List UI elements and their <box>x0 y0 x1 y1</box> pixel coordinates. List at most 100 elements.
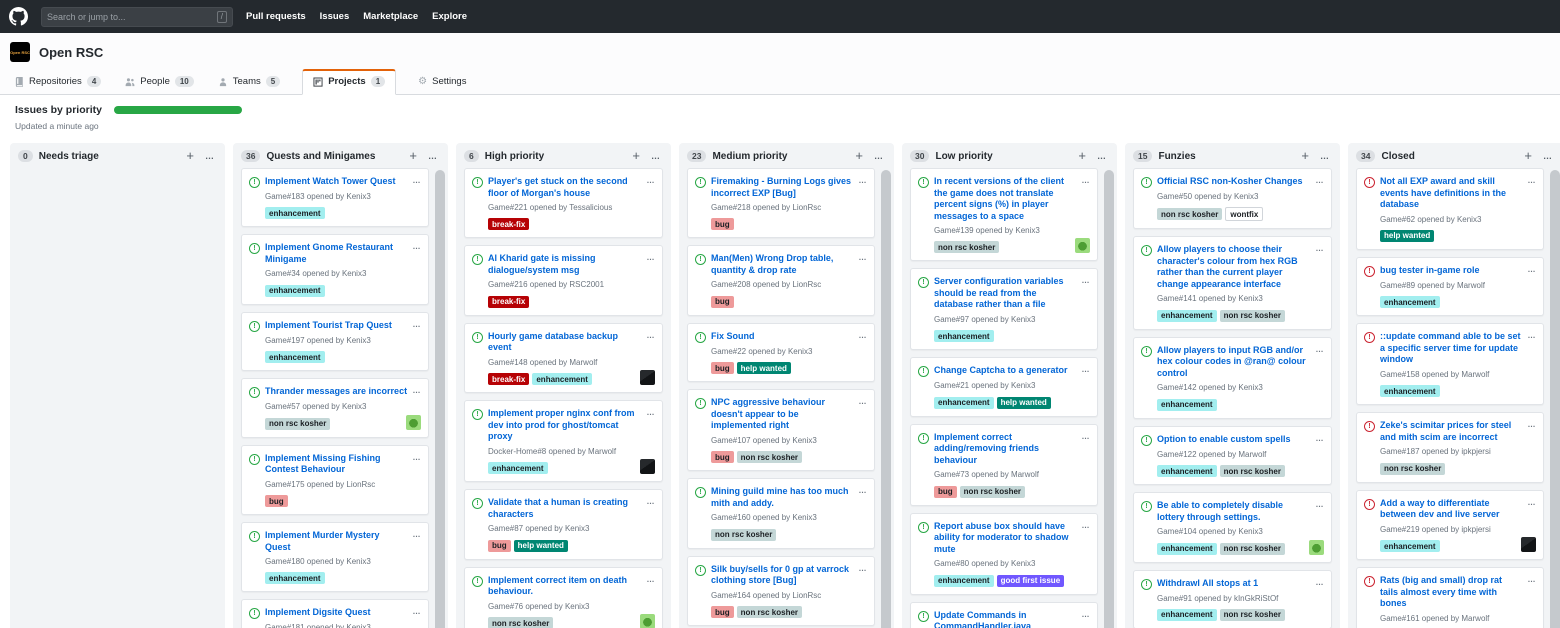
label-non-rsc-kosher[interactable]: non rsc kosher <box>1220 310 1285 322</box>
add-card-button[interactable]: + <box>852 151 866 161</box>
label-wontfix[interactable]: wontfix <box>1225 207 1263 221</box>
issue-title[interactable]: Implement Tourist Trap Quest <box>265 320 408 332</box>
issue-card[interactable]: !NPC aggressive behaviour doesn't appear… <box>687 389 875 471</box>
label-enhancement[interactable]: enhancement <box>1157 465 1217 477</box>
label-bug[interactable]: bug <box>711 606 734 618</box>
card-menu-button[interactable]: … <box>1316 434 1325 443</box>
issue-card[interactable]: !Rats (big and small) drop rat tails alm… <box>1356 567 1544 628</box>
label-enhancement[interactable]: enhancement <box>1157 609 1217 621</box>
issue-card[interactable]: !Not all EXP award and skill events have… <box>1356 168 1544 250</box>
label-break-fix[interactable]: break-fix <box>488 218 529 230</box>
issue-card[interactable]: !Allow players to input RGB and/or hex c… <box>1133 337 1332 419</box>
issue-title[interactable]: Be able to completely disable lottery th… <box>1157 500 1311 523</box>
issue-card[interactable]: !Withdrawl All stops at 1…Game#91 opened… <box>1133 570 1332 628</box>
tab-people[interactable]: People 10 <box>123 70 196 94</box>
card-menu-button[interactable]: … <box>1082 276 1091 285</box>
label-help-wanted[interactable]: help wanted <box>737 362 791 374</box>
issue-title[interactable]: Allow players to input RGB and/or hex co… <box>1157 345 1311 380</box>
issue-title[interactable]: Allow players to choose their character'… <box>1157 244 1311 290</box>
card-menu-button[interactable]: … <box>413 176 422 185</box>
label-enhancement[interactable]: enhancement <box>934 397 994 409</box>
add-card-button[interactable]: + <box>183 151 197 161</box>
issue-card[interactable]: !Server configuration variables should b… <box>910 268 1098 350</box>
card-menu-button[interactable]: … <box>1528 176 1537 185</box>
issue-title[interactable]: Zeke's scimitar prices for steel and mit… <box>1380 420 1523 443</box>
issue-title[interactable]: bug tester in-game role <box>1380 265 1523 277</box>
issue-card[interactable]: !Thrander messages are incorrect…Game#57… <box>241 378 429 437</box>
issue-title[interactable]: Implement proper nginx conf from dev int… <box>488 408 642 443</box>
issue-title[interactable]: Change Captcha to a generator <box>934 365 1077 377</box>
nav-explore[interactable]: Explore <box>432 11 467 22</box>
card-menu-button[interactable]: … <box>647 176 656 185</box>
label-good-first-issue[interactable]: good first issue <box>997 575 1065 587</box>
issue-card[interactable]: !Implement proper nginx conf from dev in… <box>464 400 663 482</box>
card-menu-button[interactable]: … <box>859 176 868 185</box>
card-menu-button[interactable]: … <box>1316 244 1325 253</box>
label-non-rsc-kosher[interactable]: non rsc kosher <box>960 486 1025 498</box>
issue-title[interactable]: Server configuration variables should be… <box>934 276 1077 311</box>
issue-title[interactable]: ::update command able to be set a specif… <box>1380 331 1523 366</box>
card-menu-button[interactable]: … <box>859 331 868 340</box>
label-non-rsc-kosher[interactable]: non rsc kosher <box>711 529 776 541</box>
card-menu-button[interactable]: … <box>647 575 656 584</box>
issue-card[interactable]: !Be able to completely disable lottery t… <box>1133 492 1332 562</box>
tab-projects[interactable]: Projects 1 <box>302 69 396 95</box>
search-input[interactable] <box>47 12 213 22</box>
issue-card[interactable]: !::update command able to be set a speci… <box>1356 323 1544 405</box>
card-menu-button[interactable]: … <box>859 397 868 406</box>
issue-card[interactable]: !Firemaking - Burning Logs gives incorre… <box>687 168 875 238</box>
issue-card[interactable]: !Mining guild mine has too much mith and… <box>687 478 875 548</box>
label-non-rsc-kosher[interactable]: non rsc kosher <box>488 617 553 628</box>
issue-card[interactable]: !Allow players to choose their character… <box>1133 236 1332 329</box>
issue-title[interactable]: NPC aggressive behaviour doesn't appear … <box>711 397 854 432</box>
label-bug[interactable]: bug <box>711 296 734 308</box>
card-menu-button[interactable]: … <box>413 453 422 462</box>
label-enhancement[interactable]: enhancement <box>532 373 592 385</box>
card-menu-button[interactable]: … <box>1528 331 1537 340</box>
issue-title[interactable]: Player's get stuck on the second floor o… <box>488 176 642 199</box>
card-menu-button[interactable]: … <box>1316 578 1325 587</box>
assignee-avatar[interactable] <box>640 614 655 628</box>
label-bug[interactable]: bug <box>488 540 511 552</box>
issue-title[interactable]: Update Commands in CommandHandler.java <box>934 610 1077 628</box>
card-menu-button[interactable]: … <box>413 386 422 395</box>
add-card-button[interactable]: + <box>1521 151 1535 161</box>
assignee-avatar[interactable] <box>406 415 421 430</box>
add-card-button[interactable]: + <box>1298 151 1312 161</box>
issue-title[interactable]: Thrander messages are incorrect <box>265 386 408 398</box>
card-menu-button[interactable]: … <box>1528 420 1537 429</box>
issue-title[interactable]: Implement correct item on death behaviou… <box>488 575 642 598</box>
label-non-rsc-kosher[interactable]: non rsc kosher <box>1380 463 1445 475</box>
issue-title[interactable]: Add a way to differentiate between dev a… <box>1380 498 1523 521</box>
card-menu-button[interactable]: … <box>1528 265 1537 274</box>
assignee-avatar[interactable] <box>640 370 655 385</box>
label-bug[interactable]: bug <box>934 486 957 498</box>
label-non-rsc-kosher[interactable]: non rsc kosher <box>934 241 999 253</box>
card-menu-button[interactable]: … <box>647 253 656 262</box>
card-menu-button[interactable]: … <box>1316 176 1325 185</box>
nav-issues[interactable]: Issues <box>320 11 350 22</box>
issue-card[interactable]: !Validate that a human is creating chara… <box>464 489 663 559</box>
add-card-button[interactable]: + <box>629 151 643 161</box>
label-enhancement[interactable]: enhancement <box>265 207 325 219</box>
issue-card[interactable]: !Report abuse box should have ability fo… <box>910 513 1098 595</box>
issue-card[interactable]: !Fix Sound…Game#22 opened by Kenix3bughe… <box>687 323 875 382</box>
global-search[interactable]: / <box>41 7 233 27</box>
add-card-button[interactable]: + <box>406 151 420 161</box>
tab-settings[interactable]: ⚙ Settings <box>416 70 468 94</box>
issue-card[interactable]: !Silk buy/sells for 0 gp at varrock clot… <box>687 556 875 626</box>
issue-card[interactable]: !Player's get stuck on the second floor … <box>464 168 663 238</box>
label-enhancement[interactable]: enhancement <box>1380 540 1440 552</box>
label-help-wanted[interactable]: help wanted <box>514 540 568 552</box>
issue-title[interactable]: Rats (big and small) drop rat tails almo… <box>1380 575 1523 610</box>
issue-card[interactable]: !Implement correct item on death behavio… <box>464 567 663 628</box>
issue-title[interactable]: Implement Digsite Quest <box>265 607 408 619</box>
card-menu-button[interactable]: … <box>1082 610 1091 619</box>
label-non-rsc-kosher[interactable]: non rsc kosher <box>1157 208 1222 220</box>
issue-title[interactable]: Implement Murder Mystery Quest <box>265 530 408 553</box>
github-logo-icon[interactable] <box>9 7 28 26</box>
issue-card[interactable]: !Hourly game database backup event…Game#… <box>464 323 663 393</box>
issue-card[interactable]: !Zeke's scimitar prices for steel and mi… <box>1356 412 1544 482</box>
issue-title[interactable]: Al Kharid gate is missing dialogue/syste… <box>488 253 642 276</box>
column-menu-button[interactable]: … <box>1318 151 1332 161</box>
